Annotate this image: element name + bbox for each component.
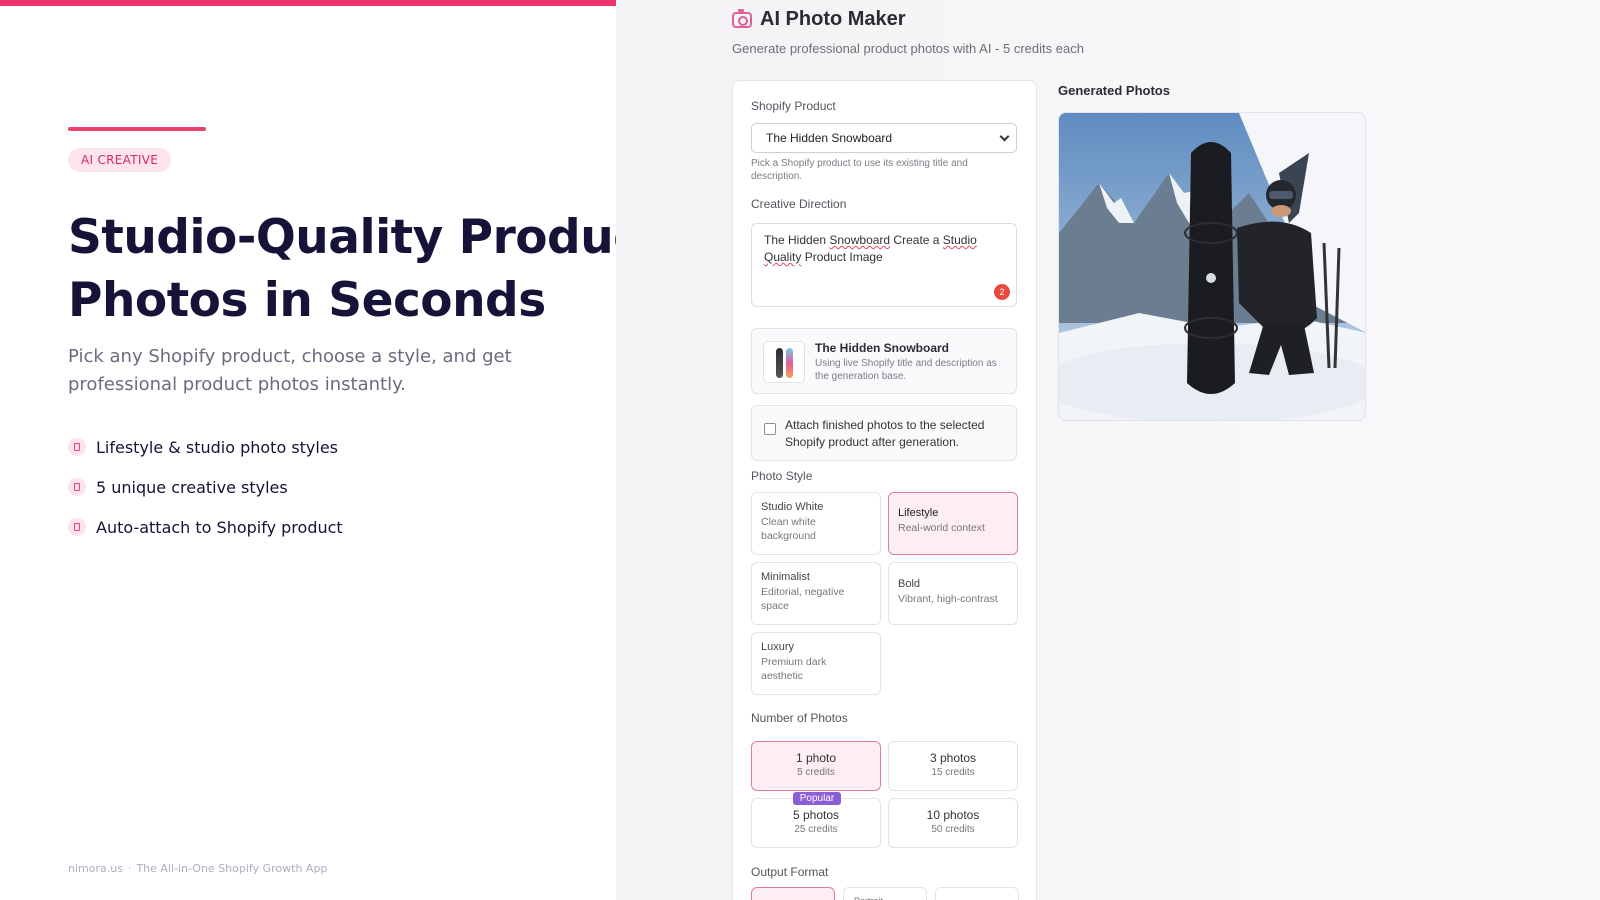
feature-text: Auto-attach to Shopify product xyxy=(96,517,343,537)
style-name: Bold xyxy=(898,578,921,590)
creative-text: Create a xyxy=(890,233,943,247)
generated-photos-title: Generated Photos xyxy=(1058,83,1170,98)
style-desc: Clean white background xyxy=(761,516,816,542)
footer-site: nimora.us xyxy=(68,862,123,875)
style-option-bold[interactable]: Bold Vibrant, high-contrast xyxy=(888,562,1018,625)
product-select[interactable]: The Hidden Snowboard xyxy=(751,123,1017,153)
count-credits: 50 credits xyxy=(931,824,975,835)
attach-checkbox[interactable] xyxy=(764,423,776,435)
count-credits: 5 credits xyxy=(797,767,835,778)
creative-direction-input[interactable]: The Hidden Snowboard Create a Studio Qua… xyxy=(751,223,1017,307)
output-option-label: Portrait xyxy=(844,888,926,900)
count-credits: 25 credits xyxy=(794,824,838,835)
bullet-icon xyxy=(68,438,86,456)
style-name: Luxury xyxy=(761,641,795,653)
selected-product-card: The Hidden Snowboard Using live Shopify … xyxy=(751,328,1017,394)
snowboarder-photo xyxy=(1059,113,1365,420)
generated-photo[interactable] xyxy=(1058,112,1366,421)
bullet-icon xyxy=(68,478,86,496)
attach-option[interactable]: Attach finished photos to the selected S… xyxy=(751,405,1017,461)
creative-text: Snowboard xyxy=(829,233,891,247)
count-label: 10 photos xyxy=(926,808,980,822)
feature-text: 5 unique creative styles xyxy=(96,477,288,497)
style-desc: Vibrant, high-contrast xyxy=(898,593,998,605)
style-name: Studio White xyxy=(761,501,824,513)
output-option[interactable] xyxy=(751,887,835,900)
slide: AI CREATIVE Studio-Quality Product Photo… xyxy=(0,0,1600,900)
photo-count-label: Number of Photos xyxy=(751,711,848,725)
accent-line xyxy=(68,127,206,131)
creative-text: Studio xyxy=(942,233,977,247)
product-hint: Pick a Shopify product to use its existi… xyxy=(751,158,968,182)
feature-item: 5 unique creative styles xyxy=(68,467,343,507)
style-desc: Premium dark aesthetic xyxy=(761,656,827,682)
popular-badge: Popular xyxy=(793,792,841,805)
creative-text: Product Image xyxy=(801,250,883,264)
product-select-value: The Hidden Snowboard xyxy=(766,131,893,145)
count-option-1[interactable]: 1 photo 5 credits xyxy=(751,741,881,791)
snowboard-image xyxy=(776,348,783,378)
creative-text: The Hidden xyxy=(764,233,830,247)
count-credits: 15 credits xyxy=(931,767,975,778)
snowboard-image xyxy=(786,348,793,378)
product-thumbnail xyxy=(763,341,805,383)
footer-separator: · xyxy=(127,862,132,875)
attach-label: Attach finished photos to the selected S… xyxy=(785,418,985,449)
creative-label: Creative Direction xyxy=(751,197,847,211)
progress-bar xyxy=(0,0,616,6)
output-format-label: Output Format xyxy=(751,865,829,879)
count-option-5[interactable]: Popular 5 photos 25 credits xyxy=(751,792,881,848)
output-option[interactable] xyxy=(935,887,1019,900)
product-card-desc: Using live Shopify title and description… xyxy=(815,358,997,382)
marketing-panel: AI CREATIVE Studio-Quality Product Photo… xyxy=(0,0,663,900)
app-header: AI Photo Maker xyxy=(732,8,906,31)
feature-text: Lifestyle & studio photo styles xyxy=(96,437,339,457)
category-tag: AI CREATIVE xyxy=(68,148,172,172)
spellcheck-badge[interactable]: 2 xyxy=(994,284,1010,300)
count-label: 3 photos xyxy=(929,751,977,765)
style-option-minimalist[interactable]: Minimalist Editorial, negative space xyxy=(751,562,881,625)
product-card-name: The Hidden Snowboard xyxy=(815,341,949,355)
subheadline: Pick any Shopify product, choose a style… xyxy=(68,346,512,395)
feature-list: Lifestyle & studio photo styles 5 unique… xyxy=(68,427,343,547)
app-subtitle: Generate professional product photos wit… xyxy=(732,41,1084,56)
footer-tagline: The All-in-One Shopify Growth App xyxy=(136,862,328,875)
count-option-10[interactable]: 10 photos 50 credits xyxy=(888,798,1018,848)
style-option-lifestyle[interactable]: Lifestyle Real-world context xyxy=(888,492,1018,555)
feature-item: Auto-attach to Shopify product xyxy=(68,507,343,547)
style-desc: Editorial, negative space xyxy=(761,586,845,612)
headline: Studio-Quality Product Photos in Seconds xyxy=(68,210,663,328)
chevron-down-icon xyxy=(999,131,1010,142)
style-desc: Real-world context xyxy=(898,522,985,534)
bullet-icon xyxy=(68,518,86,536)
style-name: Minimalist xyxy=(761,571,810,583)
creative-text: Quality xyxy=(764,250,802,264)
style-name: Lifestyle xyxy=(898,507,939,519)
app-screenshot-area: AI Photo Maker Generate professional pro… xyxy=(616,0,1600,900)
product-label: Shopify Product xyxy=(751,99,836,113)
ai-photo-maker-app: AI Photo Maker Generate professional pro… xyxy=(732,0,1600,900)
style-option-studio-white[interactable]: Studio White Clean white background xyxy=(751,492,881,555)
photo-style-label: Photo Style xyxy=(751,469,813,483)
output-option-portrait[interactable]: Portrait xyxy=(843,887,927,900)
feature-item: Lifestyle & studio photo styles xyxy=(68,427,343,467)
settings-panel: Shopify Product The Hidden Snowboard Pic… xyxy=(732,80,1037,900)
camera-icon xyxy=(732,8,752,28)
app-title: AI Photo Maker xyxy=(760,8,906,30)
count-label: 1 photo xyxy=(795,751,837,765)
count-label: 5 photos xyxy=(792,808,840,822)
footer: nimora.us · The All-in-One Shopify Growth … xyxy=(68,862,327,875)
count-option-3[interactable]: 3 photos 15 credits xyxy=(888,741,1018,791)
style-option-luxury[interactable]: Luxury Premium dark aesthetic xyxy=(751,632,881,695)
